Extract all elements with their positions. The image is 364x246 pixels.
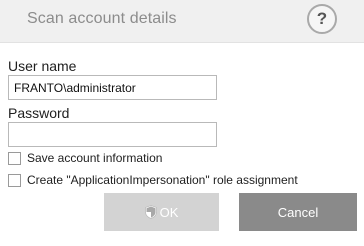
cancel-button[interactable]: Cancel: [239, 193, 357, 231]
question-mark-icon: ?: [316, 9, 328, 28]
dialog-title: Scan account details: [27, 10, 177, 27]
ok-button[interactable]: OK: [104, 193, 219, 231]
save-account-label[interactable]: Save account information: [27, 151, 162, 165]
save-account-row[interactable]: Save account information: [8, 151, 162, 165]
password-label: Password: [8, 105, 70, 121]
cancel-label: Cancel: [277, 204, 319, 220]
ok-label: OK: [159, 204, 179, 220]
username-input[interactable]: [8, 75, 217, 100]
scan-account-dialog: Scan account details ? User name Passwor…: [0, 0, 364, 246]
title-bar: Scan account details ?: [0, 0, 364, 43]
create-role-row[interactable]: Create "ApplicationImpersonation" role a…: [8, 173, 298, 187]
username-label: User name: [8, 58, 77, 74]
shield-icon: [144, 205, 157, 219]
save-account-checkbox[interactable]: [8, 151, 21, 165]
create-role-label[interactable]: Create "ApplicationImpersonation" role a…: [27, 173, 298, 187]
help-button[interactable]: ?: [307, 4, 337, 34]
password-input[interactable]: [8, 122, 217, 147]
create-role-checkbox[interactable]: [8, 173, 21, 187]
